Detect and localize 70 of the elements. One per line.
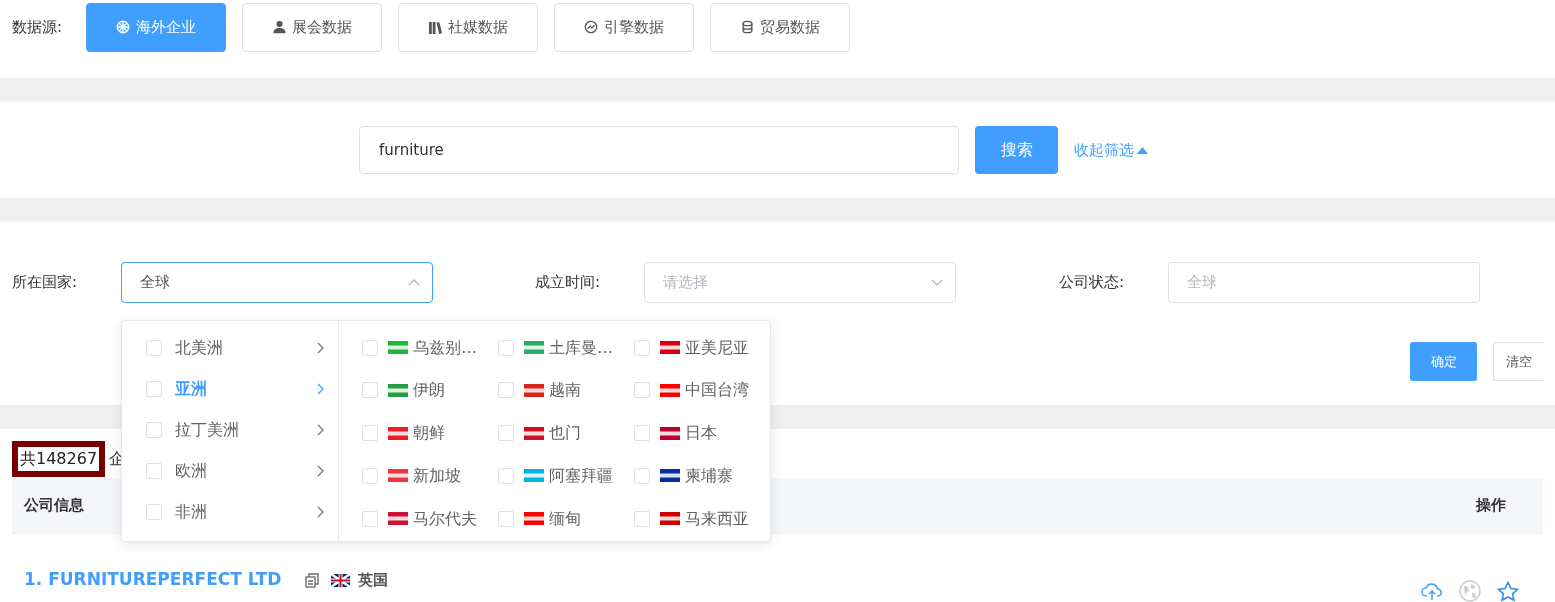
caret-up-icon xyxy=(1137,146,1148,154)
globe-icon xyxy=(116,20,131,34)
checkbox[interactable] xyxy=(634,467,650,484)
source-tab[interactable]: 社媒数据 xyxy=(398,2,539,52)
country-option[interactable]: 土库曼… xyxy=(498,327,634,368)
country-option[interactable]: 新加坡 xyxy=(362,455,498,497)
column-header: 公司信息 xyxy=(24,495,84,517)
user-icon xyxy=(272,20,286,34)
country-option[interactable]: 马来西亚 xyxy=(634,498,770,540)
checkbox[interactable] xyxy=(362,425,378,442)
checkbox[interactable] xyxy=(498,382,514,399)
country-option[interactable]: 伊朗 xyxy=(362,369,498,411)
country-option[interactable]: 阿塞拜疆 xyxy=(498,455,634,497)
coins-icon xyxy=(740,20,754,34)
region-item[interactable]: 非洲 xyxy=(122,491,338,532)
checkbox[interactable] xyxy=(146,421,162,438)
chevron-right-icon xyxy=(317,341,324,354)
chevron-right-icon xyxy=(317,505,324,518)
checkbox[interactable] xyxy=(498,339,514,356)
globe-icon[interactable] xyxy=(1459,580,1481,602)
checkbox[interactable] xyxy=(634,382,650,399)
country-option[interactable]: 缅甸 xyxy=(498,498,634,540)
country-option[interactable]: 中国台湾 xyxy=(634,369,770,411)
gauge-icon xyxy=(584,20,599,34)
checkbox[interactable] xyxy=(498,425,514,442)
checkbox[interactable] xyxy=(362,510,378,527)
checkbox[interactable] xyxy=(362,339,378,356)
filter-select[interactable]: 全球 xyxy=(121,262,433,303)
copy-icon[interactable] xyxy=(305,572,320,588)
country-option[interactable]: 也门 xyxy=(498,412,634,454)
country-option[interactable]: 朝鲜 xyxy=(362,412,498,454)
region-item[interactable]: 北美洲 xyxy=(122,327,338,368)
filter-label: 公司状态: xyxy=(1059,272,1126,294)
clear-button[interactable]: 清空 xyxy=(1493,342,1543,381)
column-header: 操作 xyxy=(1476,495,1506,517)
books-icon xyxy=(428,20,442,34)
country-option[interactable]: 日本 xyxy=(634,412,770,454)
region-item[interactable]: 拉丁美洲 xyxy=(122,409,338,450)
country-option[interactable]: 越南 xyxy=(498,369,634,411)
country-option[interactable]: 亚美尼亚 xyxy=(634,327,770,368)
source-tab[interactable]: 展会数据 xyxy=(242,2,383,52)
filter-label: 所在国家: xyxy=(12,272,79,294)
checkbox[interactable] xyxy=(362,382,378,399)
checkbox[interactable] xyxy=(634,425,650,442)
checkbox[interactable] xyxy=(362,467,378,484)
checkbox[interactable] xyxy=(146,462,162,479)
result-count: 共148267 xyxy=(12,441,106,477)
source-tab[interactable]: 引擎数据 xyxy=(554,2,695,52)
country-option[interactable]: 柬埔寨 xyxy=(634,455,770,497)
search-field[interactable]: furniture xyxy=(359,126,959,174)
chevron-right-icon xyxy=(317,382,324,395)
source-label: 数据源: xyxy=(12,16,63,38)
region-item[interactable]: 欧洲 xyxy=(122,450,338,491)
country-option[interactable]: 马尔代夫 xyxy=(362,498,498,540)
filter-label: 成立时间: xyxy=(535,272,602,294)
upload-cloud-icon[interactable] xyxy=(1421,581,1443,601)
checkbox[interactable] xyxy=(634,339,650,356)
checkbox[interactable] xyxy=(146,503,162,520)
country-option[interactable]: 乌兹别… xyxy=(362,327,498,368)
checkbox[interactable] xyxy=(634,510,650,527)
checkbox[interactable] xyxy=(498,467,514,484)
chevron-right-icon xyxy=(317,464,324,477)
source-tab[interactable]: 贸易数据 xyxy=(710,2,851,52)
chevron-right-icon xyxy=(317,423,324,436)
checkbox[interactable] xyxy=(146,339,162,356)
checkbox[interactable] xyxy=(498,510,514,527)
flag-icon xyxy=(331,573,351,587)
star-icon[interactable] xyxy=(1497,580,1519,602)
checkbox[interactable] xyxy=(146,380,162,397)
country-name: 英国 xyxy=(358,569,389,591)
